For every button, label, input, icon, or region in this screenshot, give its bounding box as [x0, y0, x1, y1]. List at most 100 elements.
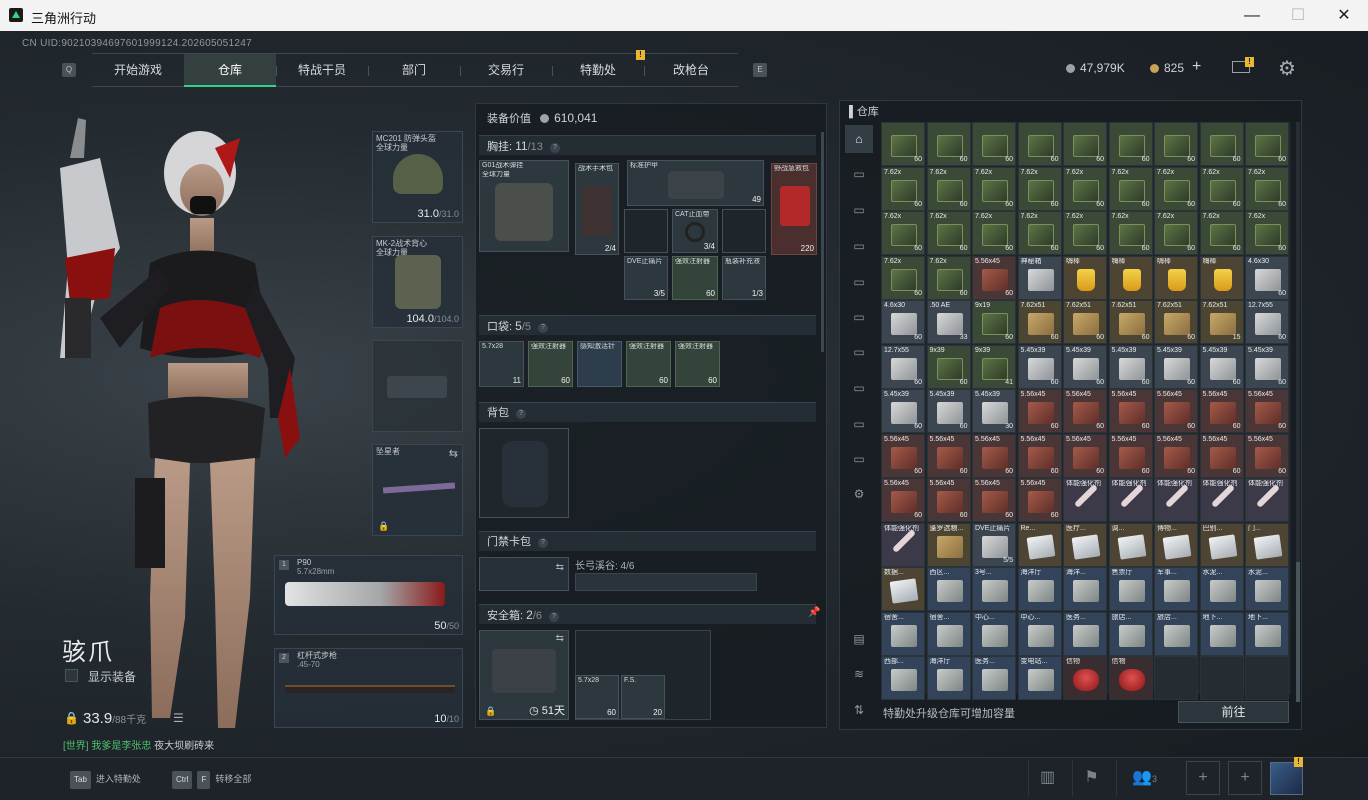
ammo-box-item[interactable]: 5.56x45 60 [972, 255, 1016, 300]
ammo-box-item[interactable]: 60 [1063, 122, 1107, 166]
keycard-item[interactable]: 军事... [1154, 567, 1198, 611]
filter-bag-icon[interactable]: ▭ [845, 268, 873, 296]
helmet-slot[interactable]: MC201 防弹头盔 全球力量 31.0/31.0 [372, 131, 463, 223]
ammo-box-item[interactable]: 5.56x45 60 [1154, 389, 1198, 433]
safe-ammo-item[interactable]: 5.7x28 60 [575, 675, 619, 719]
drink-item[interactable]: 嗨棒 [1063, 255, 1107, 300]
ammo-crate-item[interactable]: 蓬罗选粮... [926, 522, 971, 567]
pistol-slot-empty[interactable] [372, 340, 463, 432]
pocket-sense-injector-item[interactable]: 感知激活针 [577, 341, 622, 387]
warehouse-scrollbar[interactable] [1296, 122, 1300, 702]
minimize-button[interactable]: — [1229, 0, 1275, 31]
ammo-box-item[interactable]: 5.45x39 60 [1245, 344, 1289, 389]
stimulant-item[interactable]: 体能强化剂 [1245, 478, 1289, 522]
backpack-slot-empty[interactable] [479, 428, 569, 518]
filter-key-icon[interactable]: ▭ [845, 410, 873, 438]
keycard-slots[interactable] [575, 573, 757, 591]
stimulant-item[interactable]: 体能强化剂 [1199, 478, 1244, 522]
relic-mask-item[interactable]: 信物 [1108, 656, 1153, 700]
filter-ammo-icon[interactable]: ▭ [845, 338, 873, 366]
add-currency-button[interactable]: + [1192, 58, 1201, 76]
ammo-box-item[interactable]: 5.56x45 60 [1063, 389, 1107, 433]
keycard-item[interactable]: 地下... [1199, 611, 1244, 656]
layers-icon[interactable]: ≋ [845, 660, 873, 688]
ammo-box-item[interactable]: 7.62x 60 [1108, 211, 1153, 255]
stats-icon[interactable]: ▥ [1028, 760, 1066, 796]
flag-icon[interactable]: ⚑ [1072, 760, 1110, 796]
ammo-box-item[interactable]: 5.56x45 60 [1063, 433, 1107, 478]
transfer-icon[interactable]: ⇅ [845, 696, 873, 724]
filter-gun-icon[interactable]: ▭ [845, 160, 873, 188]
surgery-kit-item[interactable]: 战术手术包 2/4 [575, 163, 619, 255]
ammo-box-item[interactable]: 5.45x39 60 [1108, 344, 1153, 389]
keycard-item[interactable]: 中心... [1017, 611, 1062, 656]
swap-icon[interactable]: ⇆ [556, 633, 564, 644]
keycard-item[interactable]: 旅店... [1154, 611, 1198, 656]
filter-helmet-icon[interactable]: ▭ [845, 232, 873, 260]
ammo-box-item[interactable]: 4.6x30 60 [881, 300, 925, 344]
keycard-item[interactable]: 数据... [881, 567, 925, 611]
fluid-bottle-item[interactable]: 瓶装补充液 1/3 [722, 256, 766, 300]
drink-item[interactable]: 嗨棒 [1154, 255, 1198, 300]
close-button[interactable]: ✕ [1321, 0, 1367, 31]
keycard-item[interactable]: 医疗... [1063, 522, 1107, 567]
chest-slot-empty[interactable] [722, 209, 766, 253]
armor-plate-item[interactable]: 标准护甲 49 [627, 160, 764, 206]
keycard-item[interactable]: 调... [1108, 522, 1153, 567]
keycard-item[interactable]: 医务... [972, 656, 1016, 700]
ammo-crate-item[interactable]: 7.62x51 15 [1199, 300, 1244, 344]
swap-icon[interactable]: ⇆ [556, 562, 564, 573]
empty-cell[interactable] [1199, 656, 1244, 700]
ammo-box-item[interactable]: 7.62x 60 [1199, 211, 1244, 255]
ammo-box-item[interactable]: 5.45x39 60 [926, 389, 971, 433]
painkiller-item[interactable]: DVE止痛片 3/5 [624, 256, 668, 300]
chest-slot-empty[interactable] [624, 209, 668, 253]
ammo-box-item[interactable]: 5.45x39 60 [1063, 344, 1107, 389]
add-teammate-button[interactable]: + [1228, 761, 1262, 795]
empty-cell[interactable] [1154, 656, 1198, 700]
ammo-box-item[interactable]: 60 [1154, 122, 1198, 166]
ammo-box-item[interactable]: 5.56x45 60 [881, 433, 925, 478]
ammo-box-item[interactable]: 5.45x39 60 [1017, 344, 1062, 389]
ammo-box-item[interactable]: 60 [1108, 122, 1153, 166]
settings-gear-icon[interactable]: ⚙ [845, 480, 873, 508]
ammo-box-item[interactable]: 5.56x45 60 [972, 433, 1016, 478]
gear-icon[interactable]: ⚙ [1278, 56, 1296, 81]
safe-box-item[interactable]: ⇆ 🔒 ◷ 51天 [479, 630, 569, 720]
keycard-case-item[interactable]: ⇆ [479, 557, 569, 591]
equipment-scrollbar[interactable] [821, 132, 824, 352]
ammo-box-item[interactable]: 7.62x 60 [881, 211, 925, 255]
ammo-box-item[interactable]: 7.62x 60 [881, 255, 925, 300]
filter-rig-icon[interactable]: ▭ [845, 303, 873, 331]
add-teammate-button[interactable]: + [1186, 761, 1220, 795]
tab-gunsmith[interactable]: 改枪台 [644, 54, 738, 87]
ammo-box-item[interactable]: 7.62x 60 [1063, 166, 1107, 211]
keycard-item[interactable]: 门... [1245, 522, 1289, 567]
ammo-box-item[interactable]: 7.62x 60 [1108, 166, 1153, 211]
stimulant-item[interactable]: 体能强化剂 [1063, 478, 1107, 522]
injector-item[interactable]: 强效注射器 60 [672, 256, 718, 300]
tab-start-game[interactable]: 开始游戏 [92, 54, 184, 87]
ammo-box-item[interactable]: 5.56x45 60 [881, 478, 925, 522]
ammo-box-item[interactable]: 7.62x 60 [1154, 166, 1198, 211]
secondary-weapon-slot[interactable]: 2 杠杆式步枪 .45-70 10/10 [274, 648, 463, 728]
goto-button[interactable]: 前往 [1178, 701, 1289, 723]
keycard-item[interactable]: 海洋厅 [926, 656, 971, 700]
ammo-box-item[interactable]: 7.62x 60 [972, 166, 1016, 211]
pin-icon[interactable]: 📌 [808, 607, 820, 618]
keycard-item[interactable]: 旅店... [1108, 611, 1153, 656]
tourniquet-item[interactable]: CAT止血带 3/4 [672, 209, 718, 253]
primary-weapon-slot[interactable]: 1 P90 5.7x28mm 50/50 [274, 555, 463, 635]
safe-item[interactable]: F.S. 20 [621, 675, 665, 719]
ammo-crate-item[interactable]: 7.62x51 60 [1063, 300, 1107, 344]
empty-cell[interactable] [1245, 656, 1289, 700]
relic-mask-item[interactable]: 信物 [1063, 656, 1107, 700]
ammo-box-item[interactable]: 60 [1017, 122, 1062, 166]
ammo-box-item[interactable]: 5.56x45 60 [1199, 389, 1244, 433]
keycard-item[interactable]: 西部... [881, 656, 925, 700]
ammo-box-item[interactable]: 12.7x55 60 [881, 344, 925, 389]
ammo-box-item[interactable]: 7.62x 60 [1199, 166, 1244, 211]
filter-medical-icon[interactable]: ▭ [845, 374, 873, 402]
ammo-box-item[interactable]: 5.45x39 60 [1199, 344, 1244, 389]
melee-slot[interactable]: 坠星者 ⇆ 🔒 [372, 444, 463, 536]
